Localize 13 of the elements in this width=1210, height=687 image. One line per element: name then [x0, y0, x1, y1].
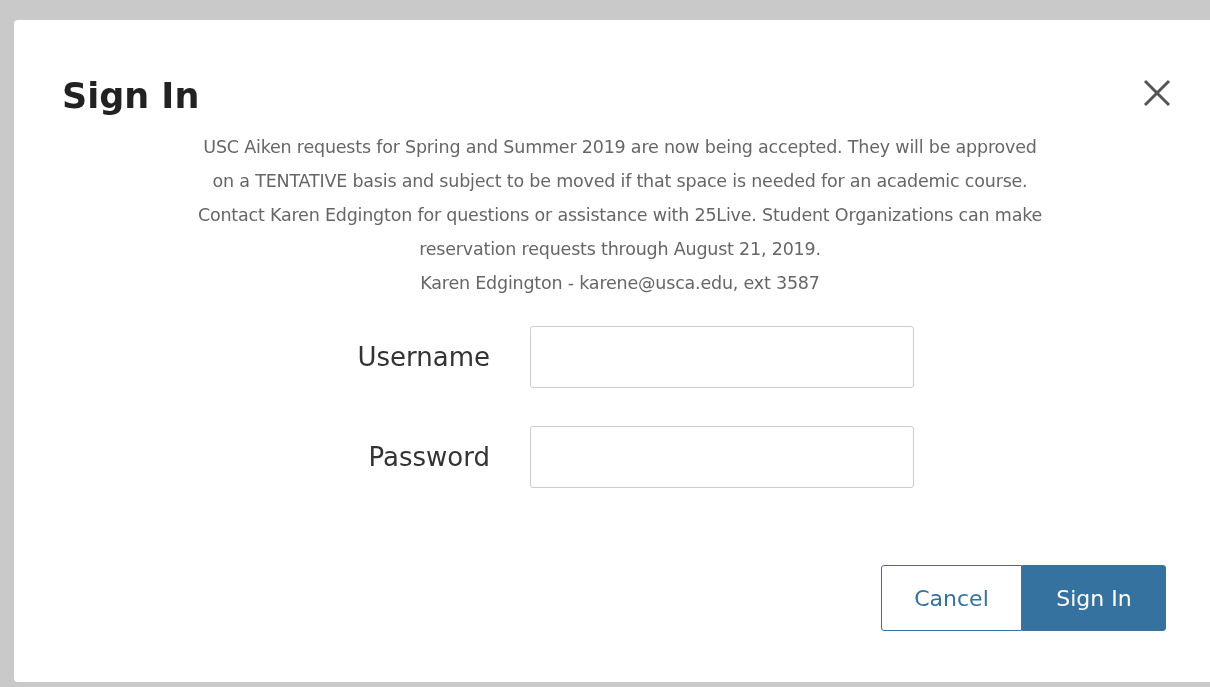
- field-label: Password: [368, 442, 490, 472]
- message-line: USC Aiken requests for Spring and Summer 2019 are now being accepted. They will be approved: [203, 136, 1037, 159]
- sign-in-button[interactable]: Sign In: [1022, 565, 1166, 631]
- input-field[interactable]: [530, 426, 914, 488]
- field-label: Username: [357, 342, 490, 372]
- message-line: Karen Edgington - karene@usca.edu, ext 3587: [420, 272, 820, 295]
- cancel-button[interactable]: Cancel: [881, 565, 1022, 631]
- input-field[interactable]: [530, 326, 914, 388]
- close-icon[interactable]: [1142, 78, 1172, 108]
- message-line: Contact Karen Edgington for questions or assistance with 25Live. Student Organizations can make: [197, 204, 1043, 227]
- message-line: on a TENTATIVE basis and subject to be moved if that space is needed for an academic course.: [212, 170, 1028, 193]
- message-line: reservation requests through August 21, 2019.: [419, 238, 821, 261]
- dialog-title: Sign In: [62, 75, 200, 118]
